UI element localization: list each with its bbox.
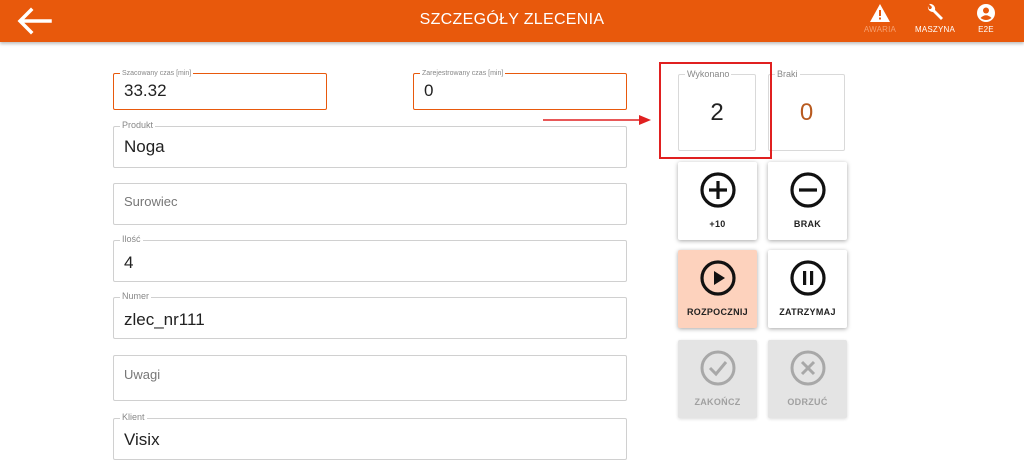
pause-circle-icon	[789, 260, 826, 296]
defect-button[interactable]: BRAK	[768, 162, 847, 240]
warning-icon	[870, 4, 890, 22]
client-label: Klient	[120, 412, 147, 423]
plus-circle-icon	[699, 172, 736, 208]
quantity-field[interactable]: Ilość 4	[113, 234, 627, 282]
client-value: Visix	[124, 430, 160, 449]
pause-label: ZATRZYMAJ	[779, 307, 836, 317]
defects-value: 0	[799, 99, 814, 126]
failure-button[interactable]: AWARIA	[855, 3, 905, 41]
registered-time-field[interactable]: Zarejestrowany czas [min] 0	[413, 69, 627, 110]
failure-label: AWARIA	[863, 25, 897, 34]
start-label: ROZPOCZNIJ	[686, 307, 748, 317]
x-circle-icon	[790, 350, 825, 386]
defect-label: BRAK	[793, 219, 822, 229]
reject-label: ODRZUĆ	[787, 397, 828, 407]
play-circle-icon	[699, 260, 736, 296]
check-circle-icon	[700, 350, 735, 386]
highlight-box	[659, 62, 772, 159]
estimated-time-label: Szacowany czas [min]	[120, 69, 194, 78]
plus10-label: +10	[709, 219, 726, 229]
reject-button[interactable]: ODRZUĆ	[768, 340, 847, 418]
registered-time-value: 0	[424, 81, 434, 100]
estimated-time-field[interactable]: Szacowany czas [min] 33.32	[113, 69, 327, 110]
wrench-icon	[927, 3, 943, 21]
machine-label: MASZYNA	[914, 25, 956, 34]
defects-counter: Braki 0	[768, 69, 845, 151]
raw-material-field[interactable]: Surowiec	[113, 183, 627, 225]
product-label: Produkt	[120, 120, 156, 131]
client-field[interactable]: Klient Visix	[113, 412, 627, 460]
app-header: SZCZEGÓŁY ZLECENIA AWARIA MASZYNA E2E	[0, 0, 1024, 42]
quantity-label: Ilość	[120, 234, 143, 245]
annotation-arrow	[543, 115, 651, 125]
defects-label: Braki	[775, 69, 800, 79]
pause-button[interactable]: ZATRZYMAJ	[768, 250, 847, 328]
finish-button[interactable]: ZAKOŃCZ	[678, 340, 757, 418]
registered-time-label: Zarejestrowany czas [min]	[420, 69, 506, 78]
number-value: zlec_nr111	[124, 310, 205, 329]
notes-field[interactable]: Uwagi	[113, 355, 627, 401]
machine-button[interactable]: MASZYNA	[910, 3, 960, 41]
notes-placeholder: Uwagi	[124, 367, 161, 382]
user-icon	[977, 4, 995, 22]
finish-label: ZAKOŃCZ	[694, 397, 741, 407]
user-label: E2E	[978, 25, 994, 34]
product-field[interactable]: Produkt Noga	[113, 120, 627, 168]
plus10-button[interactable]: +10	[678, 162, 757, 240]
minus-circle-icon	[789, 172, 826, 208]
raw-material-placeholder: Surowiec	[124, 194, 178, 209]
quantity-value: 4	[124, 253, 134, 272]
number-label: Numer	[120, 291, 152, 302]
estimated-time-value: 33.32	[124, 81, 167, 100]
start-button[interactable]: ROZPOCZNIJ	[678, 250, 757, 328]
product-value: Noga	[124, 137, 165, 156]
number-field[interactable]: Numer zlec_nr111	[113, 291, 627, 339]
user-button[interactable]: E2E	[961, 3, 1011, 41]
